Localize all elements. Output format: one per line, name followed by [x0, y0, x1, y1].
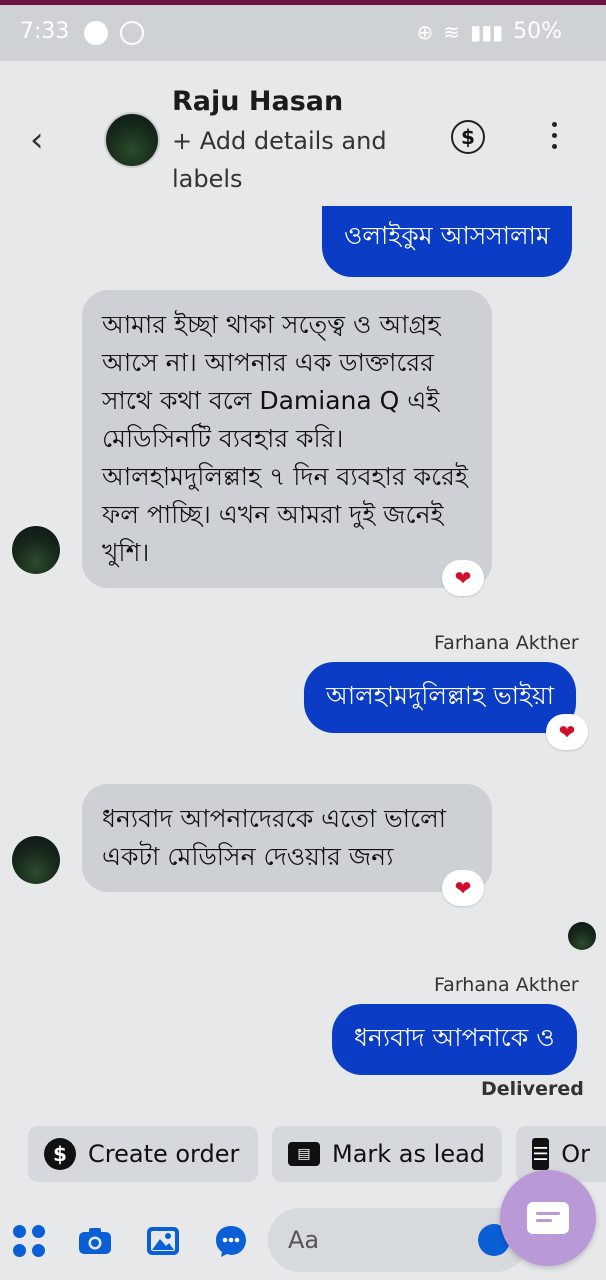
sender-name: Farhana Akther — [434, 974, 579, 996]
camera-icon[interactable] — [78, 1224, 112, 1258]
heart-reaction-icon[interactable]: ❤ — [442, 870, 484, 906]
dollar-icon: $ — [44, 1138, 76, 1170]
signal-icon: ▮▮▮ — [470, 19, 504, 44]
apps-icon[interactable] — [12, 1224, 46, 1258]
compose-icon — [527, 1202, 569, 1234]
messenger-notification-icon — [84, 21, 108, 45]
message-outgoing[interactable]: ওলাইকুম আসসালাম — [322, 206, 572, 277]
chat-icon[interactable] — [214, 1224, 248, 1258]
sync-icon — [120, 21, 144, 45]
more-actions-label: Or — [561, 1140, 590, 1168]
dollar-icon[interactable]: $ — [451, 120, 485, 154]
heart-reaction-icon[interactable]: ❤ — [442, 560, 484, 596]
message-incoming[interactable]: ধন্যবাদ আপনাদেরকে এতো ভালো একটা মেডিসিন … — [82, 784, 492, 892]
contact-avatar[interactable] — [104, 112, 160, 168]
create-order-label: Create order — [88, 1140, 240, 1168]
contact-avatar-small — [12, 526, 60, 574]
kebab-menu-icon[interactable] — [552, 122, 558, 155]
mark-as-lead-button[interactable]: ▤ Mark as lead — [272, 1126, 502, 1182]
back-icon[interactable]: ‹ — [30, 120, 44, 160]
heart-reaction-icon[interactable]: ❤ — [546, 714, 588, 750]
delivered-status: Delivered — [481, 1078, 584, 1100]
list-icon: ☰ — [532, 1138, 550, 1170]
contact-name[interactable]: Raju Hasan — [172, 86, 343, 117]
wifi-icon: ≋ — [443, 19, 461, 44]
message-outgoing[interactable]: আলহামদুলিল্লাহ ভাইয়া — [304, 662, 576, 733]
create-order-button[interactable]: $ Create order — [28, 1126, 258, 1182]
message-outgoing[interactable]: ধন্যবাদ আপনাকে ও — [332, 1004, 577, 1075]
status-time: 7:33 — [20, 19, 70, 44]
seen-avatar — [568, 922, 596, 950]
status-right: ⊕ ≋ ▮▮▮ 50% — [417, 19, 562, 44]
gallery-icon[interactable] — [146, 1224, 180, 1258]
mark-as-lead-label: Mark as lead — [332, 1140, 486, 1168]
status-bar: 7:33 ⊕ ≋ ▮▮▮ 50% — [0, 5, 606, 61]
compose-fab[interactable] — [500, 1170, 596, 1266]
battery-level: 50% — [513, 19, 562, 44]
data-saver-icon: ⊕ — [416, 19, 434, 44]
sender-name: Farhana Akther — [434, 632, 579, 654]
contact-card-icon: ▤ — [288, 1142, 320, 1166]
message-incoming[interactable]: আমার ইচ্ছা থাকা সত্ত্বে ও আগ্রহ আসে না। … — [82, 290, 492, 588]
add-details-link[interactable]: + Add details and labels — [172, 122, 412, 198]
contact-avatar-small — [12, 836, 60, 884]
